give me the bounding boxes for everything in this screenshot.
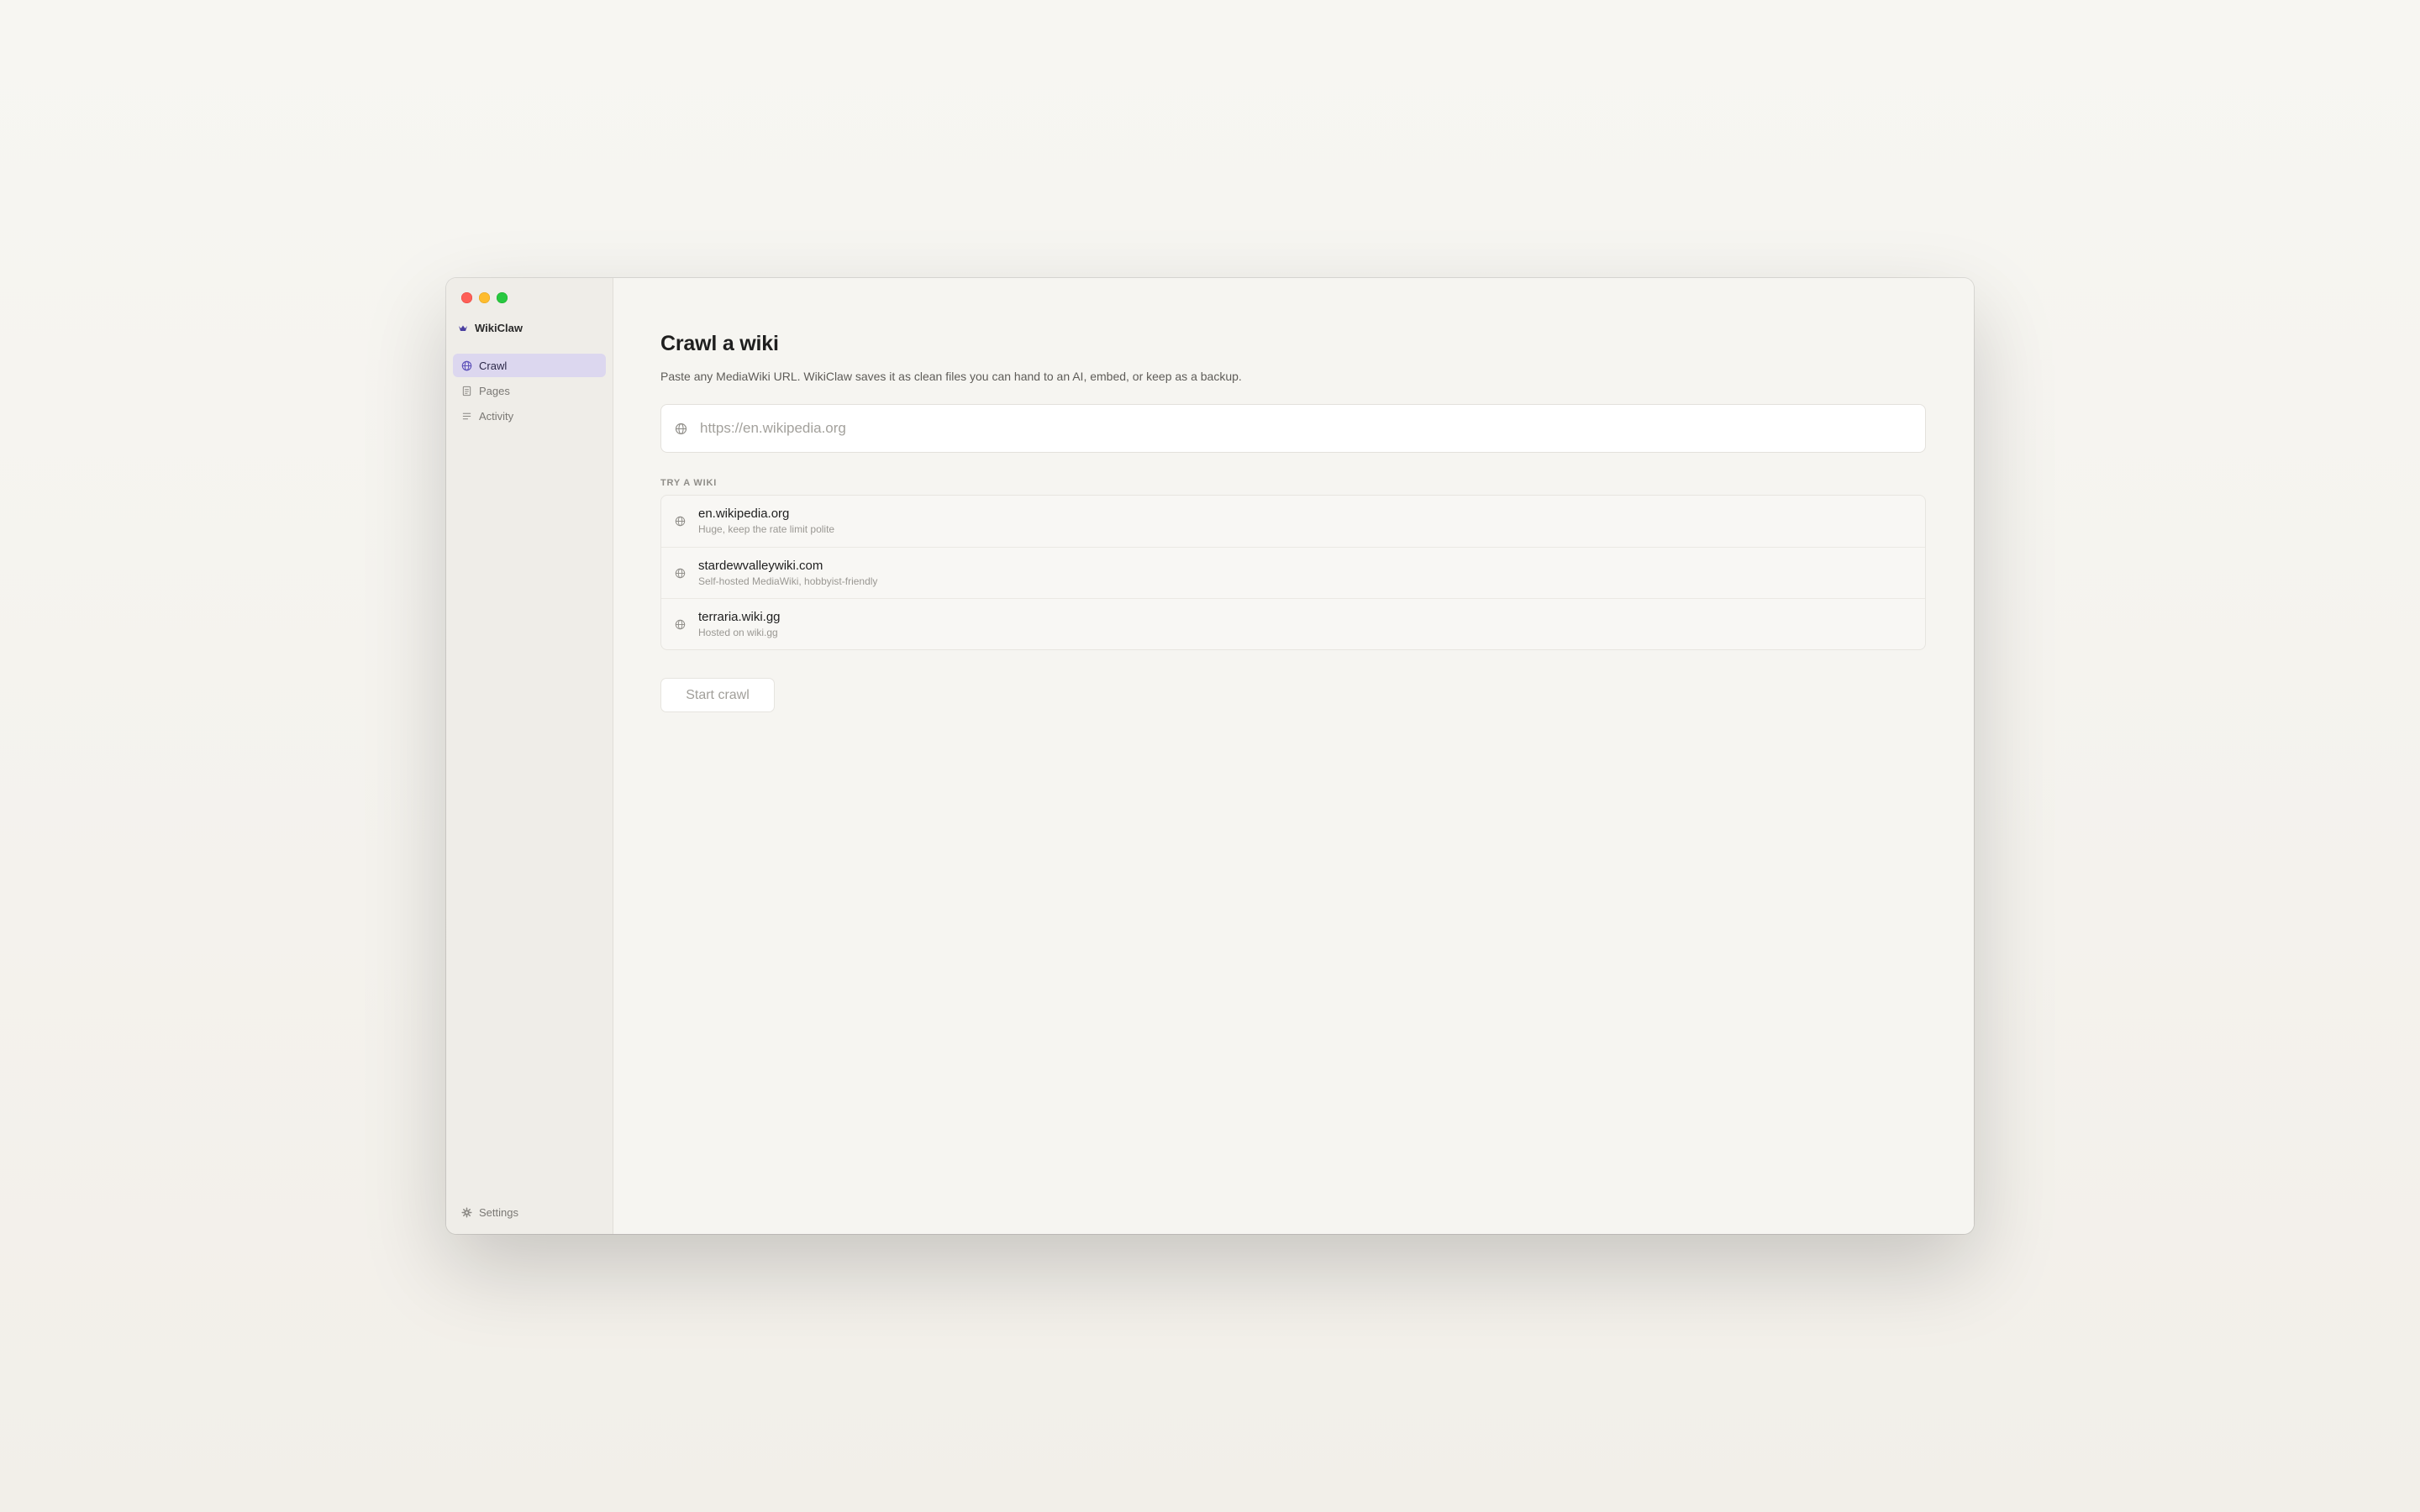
url-input[interactable]	[698, 404, 1925, 453]
sidebar-nav: Crawl Pages Activity	[453, 354, 606, 429]
sidebar-item-label: Pages	[479, 384, 510, 397]
close-window-button[interactable]	[461, 292, 472, 303]
list-icon	[462, 412, 471, 419]
app-brand: WikiClaw	[458, 322, 523, 334]
suggestion-list: en.wikipedia.org Huge, keep the rate lim…	[660, 495, 1926, 650]
sidebar-item-crawl[interactable]: Crawl	[453, 354, 606, 377]
sidebar-item-label: Activity	[479, 409, 514, 423]
zoom-window-button[interactable]	[497, 292, 508, 303]
document-icon	[462, 386, 471, 396]
suggestion-item[interactable]: en.wikipedia.org Huge, keep the rate lim…	[661, 496, 1925, 547]
sidebar: WikiClaw Crawl Pages Activity Settings	[446, 278, 613, 1234]
sidebar-item-activity[interactable]: Activity	[453, 404, 606, 428]
suggestion-description: Hosted on wiki.gg	[698, 626, 778, 638]
start-crawl-button[interactable]: Start crawl	[660, 678, 775, 712]
globe-icon	[675, 568, 686, 578]
suggestion-title: terraria.wiki.gg	[698, 609, 781, 624]
url-field[interactable]	[660, 404, 1926, 453]
gear-icon	[461, 1207, 472, 1218]
globe-icon	[675, 619, 686, 629]
sidebar-item-settings[interactable]: Settings	[461, 1206, 518, 1219]
suggestion-text: en.wikipedia.org Huge, keep the rate lim…	[698, 507, 834, 536]
suggestion-text: terraria.wiki.gg Hosted on wiki.gg	[698, 610, 781, 639]
globe-icon	[675, 516, 686, 527]
window-controls	[461, 292, 508, 303]
suggestion-text: stardewvalleywiki.com Self-hosted MediaW…	[698, 559, 877, 588]
sidebar-item-pages[interactable]: Pages	[453, 379, 606, 402]
minimize-window-button[interactable]	[479, 292, 490, 303]
suggestion-description: Self-hosted MediaWiki, hobbyist-friendly	[698, 575, 878, 587]
suggestion-item[interactable]: terraria.wiki.gg Hosted on wiki.gg	[661, 598, 1925, 649]
sidebar-item-label: Crawl	[479, 359, 508, 372]
suggestion-description: Huge, keep the rate limit polite	[698, 523, 835, 535]
app-window: WikiClaw Crawl Pages Activity Settings C…	[446, 278, 1974, 1234]
app-name: WikiClaw	[475, 322, 523, 334]
claw-logo-icon	[459, 325, 467, 331]
suggestion-item[interactable]: stardewvalleywiki.com Self-hosted MediaW…	[661, 547, 1925, 598]
globe-icon	[461, 360, 472, 370]
suggestion-title: en.wikipedia.org	[698, 507, 790, 521]
crawl-form: Crawl a wiki Paste any MediaWiki URL. Wi…	[660, 332, 1926, 712]
suggestions-heading: TRY A WIKI	[660, 478, 718, 488]
page-title: Crawl a wiki	[660, 332, 779, 355]
suggestion-title: stardewvalleywiki.com	[698, 558, 823, 573]
settings-label: Settings	[479, 1206, 518, 1219]
main-panel: Crawl a wiki Paste any MediaWiki URL. Wi…	[613, 278, 1974, 1234]
page-subtitle: Paste any MediaWiki URL. WikiClaw saves …	[660, 370, 1242, 383]
globe-icon	[675, 423, 687, 434]
